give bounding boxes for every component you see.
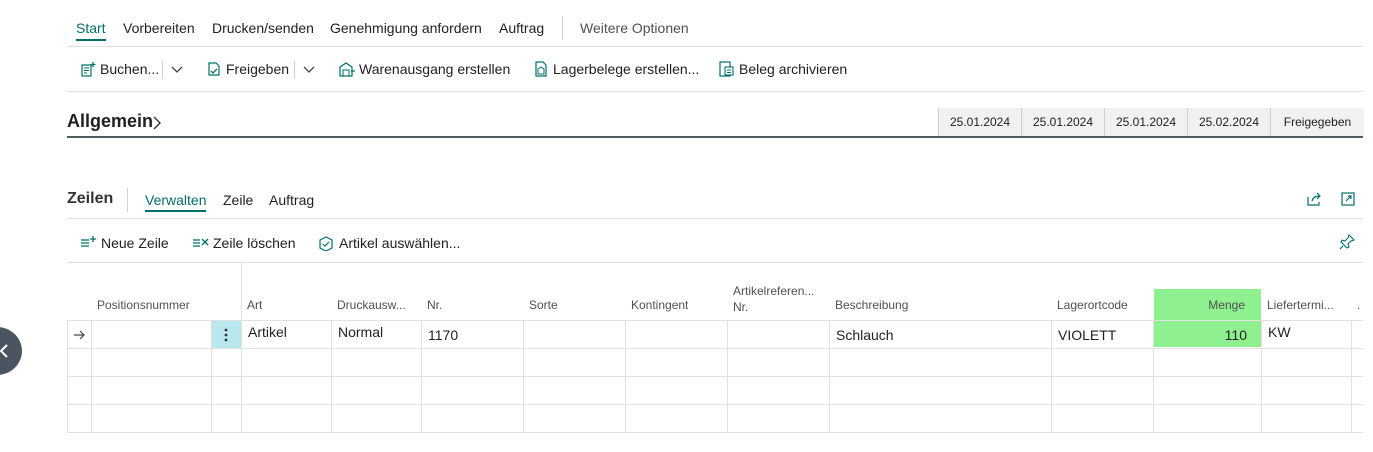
col-header-overflow: . <box>1357 298 1361 312</box>
toolbar: Buchen... Freigeben Warenausgang erstell… <box>67 47 1363 92</box>
lines-tab-line[interactable]: Zeile <box>223 192 253 208</box>
tab-print-send[interactable]: Drucken/senden <box>212 20 314 36</box>
col-header-type[interactable]: Art <box>247 298 262 312</box>
archive-label: Beleg archivieren <box>739 61 848 77</box>
tab-prepare[interactable]: Vorbereiten <box>123 20 195 36</box>
expand-icon[interactable] <box>1340 191 1356 212</box>
lines-title: Zeilen <box>67 190 114 207</box>
col-header-delivery[interactable]: Liefertermi... <box>1267 298 1347 312</box>
warehouse-icon <box>338 61 355 77</box>
warehouse-shipment-label: Warenausgang erstellen <box>359 61 511 77</box>
lines-tab-order[interactable]: Auftrag <box>269 192 314 208</box>
general-title[interactable]: Allgemein <box>67 111 153 132</box>
archive-button[interactable]: Beleg archivieren <box>718 59 847 79</box>
col-header-item-reference-no: Nr. <box>733 300 749 314</box>
summary-date-3: 25.01.2024 <box>1104 108 1187 136</box>
col-header-quantity[interactable]: Menge <box>1154 298 1245 312</box>
tab-divider <box>562 16 563 40</box>
col-header-no[interactable]: Nr. <box>427 298 442 312</box>
tab-request-approval[interactable]: Genehmigung anfordern <box>330 20 482 36</box>
col-header-print-selection[interactable]: Druckausw... <box>337 298 406 312</box>
chevron-right-icon[interactable] <box>152 115 162 136</box>
col-header-item-reference[interactable]: Artikelreferen... <box>733 284 814 298</box>
inventory-doc-icon <box>533 61 549 77</box>
lines-grid: Positionsnummer Art Druckausw... Nr. Sor… <box>67 263 1363 433</box>
side-nav-button[interactable] <box>0 327 22 375</box>
tab-start[interactable]: Start <box>76 20 106 41</box>
col-header-location[interactable]: Lagerortcode <box>1057 298 1128 312</box>
select-items-label: Artikel auswählen... <box>339 235 461 251</box>
post-label: Buchen... <box>100 61 160 77</box>
summary-date-4: 25.02.2024 <box>1187 108 1270 136</box>
cell-no[interactable]: 1170 <box>428 327 458 343</box>
summary-status: Freigegeben <box>1270 108 1364 136</box>
post-icon <box>80 61 96 77</box>
cell-print-selection[interactable]: Normal <box>338 324 383 340</box>
col-header-variant[interactable]: Sorte <box>529 298 558 312</box>
personalize-icon[interactable] <box>1339 233 1356 255</box>
cell-location[interactable]: VIOLETT <box>1058 327 1116 343</box>
release-button[interactable]: Freigeben <box>206 59 289 79</box>
chevron-down-icon[interactable] <box>303 61 315 79</box>
delete-line-label: Zeile löschen <box>213 235 296 251</box>
back-arrow-icon <box>0 343 10 364</box>
col-header-position[interactable]: Positionsnummer <box>97 298 190 312</box>
cell-quantity[interactable]: 110 <box>1155 327 1247 343</box>
col-header-description[interactable]: Beschreibung <box>835 298 908 312</box>
release-icon <box>206 61 222 77</box>
new-line-button[interactable]: Neue Zeile <box>80 233 169 253</box>
general-fasttab: Allgemein 25.01.2024 25.01.2024 25.01.20… <box>67 108 1364 138</box>
select-items-button[interactable]: Artikel auswählen... <box>318 233 460 253</box>
summary-date-2: 25.01.2024 <box>1021 108 1104 136</box>
col-header-quota[interactable]: Kontingent <box>631 298 688 312</box>
new-line-icon <box>80 235 97 251</box>
inventory-docs-button[interactable]: Lagerbelege erstellen... <box>533 59 699 79</box>
tab-order[interactable]: Auftrag <box>499 20 544 36</box>
select-items-icon <box>318 235 335 251</box>
delete-line-icon <box>192 235 209 251</box>
warehouse-shipment-button[interactable]: Warenausgang erstellen <box>338 59 510 79</box>
release-label: Freigeben <box>226 61 290 77</box>
tab-more-options[interactable]: Weitere Optionen <box>580 20 689 36</box>
row-menu-icon[interactable] <box>223 327 229 348</box>
cell-delivery[interactable]: KW <box>1268 324 1291 340</box>
new-line-label: Neue Zeile <box>101 235 169 251</box>
delete-line-button[interactable]: Zeile löschen <box>192 233 296 253</box>
summary-date-1: 25.01.2024 <box>938 108 1021 136</box>
lines-tab-manage[interactable]: Verwalten <box>145 192 207 212</box>
cell-type[interactable]: Artikel <box>248 324 287 340</box>
action-bar: Start Vorbereiten Drucken/senden Genehmi… <box>67 14 1363 47</box>
chevron-down-icon[interactable] <box>171 61 183 79</box>
inventory-docs-label: Lagerbelege erstellen... <box>553 61 700 77</box>
archive-icon <box>718 61 735 77</box>
share-icon[interactable] <box>1306 191 1322 212</box>
row-arrow-icon <box>73 328 86 346</box>
post-button[interactable]: Buchen... <box>80 59 159 79</box>
cell-description[interactable]: Schlauch <box>836 327 894 343</box>
